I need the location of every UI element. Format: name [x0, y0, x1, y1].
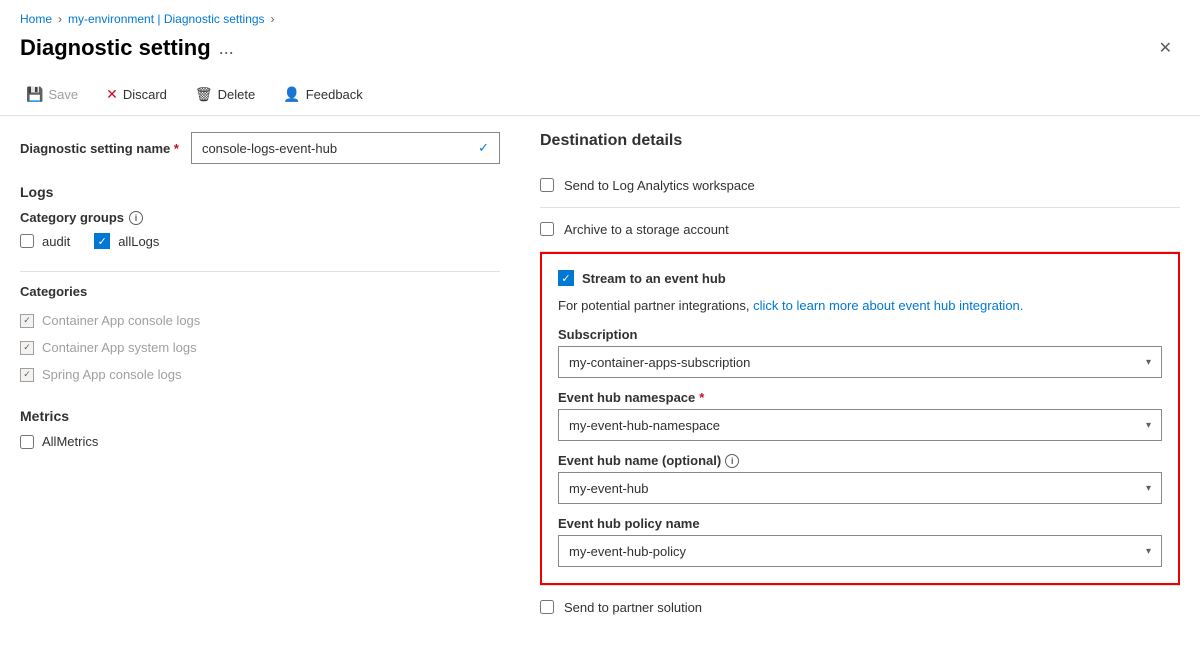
left-panel: Diagnostic setting name * console-logs-e…	[20, 132, 500, 629]
log-analytics-option: Send to Log Analytics workspace	[540, 164, 1180, 208]
category-console-checkbox[interactable]	[20, 314, 34, 328]
log-analytics-label[interactable]: Send to Log Analytics workspace	[564, 178, 755, 193]
category-item-system: Container App system logs	[20, 334, 500, 361]
discard-button[interactable]: ✕ Discard	[100, 82, 173, 107]
title-ellipsis[interactable]: ...	[219, 38, 234, 59]
policy-group: Event hub policy name my-event-hub-polic…	[558, 516, 1162, 567]
event-hub-checkbox[interactable]	[558, 270, 574, 286]
feedback-button[interactable]: 👤 Feedback	[277, 82, 369, 107]
breadcrumb-home[interactable]: Home	[20, 12, 52, 26]
toolbar: 💾 Save ✕ Discard 🗑 Delete 👤 Feedback	[0, 74, 1200, 116]
event-hub-label[interactable]: Stream to an event hub	[582, 271, 726, 286]
hub-name-label: Event hub name (optional) i	[558, 453, 1162, 468]
policy-dropdown[interactable]: my-event-hub-policy ▾	[558, 535, 1162, 567]
all-metrics-row: AllMetrics	[20, 434, 500, 449]
right-panel: Destination details Send to Log Analytic…	[540, 132, 1180, 629]
delete-icon: 🗑	[195, 86, 213, 103]
partner-link[interactable]: click to learn more about event hub inte…	[753, 298, 1023, 313]
category-spring-checkbox[interactable]	[20, 368, 34, 382]
log-analytics-checkbox[interactable]	[540, 178, 554, 192]
setting-name-label: Diagnostic setting name *	[20, 141, 179, 156]
event-hub-header: Stream to an event hub	[558, 270, 1162, 286]
hub-name-info-icon[interactable]: i	[725, 454, 739, 468]
hub-name-group: Event hub name (optional) i my-event-hub…	[558, 453, 1162, 504]
all-metrics-label[interactable]: AllMetrics	[42, 434, 98, 449]
setting-name-input[interactable]: console-logs-event-hub ✓	[191, 132, 500, 164]
partner-solution-option: Send to partner solution	[540, 585, 1180, 629]
audit-checkbox-row: audit	[20, 233, 70, 249]
storage-label[interactable]: Archive to a storage account	[564, 222, 729, 237]
audit-label[interactable]: audit	[42, 234, 70, 249]
namespace-group: Event hub namespace * my-event-hub-names…	[558, 390, 1162, 441]
feedback-icon: 👤	[283, 86, 300, 103]
categories-section: Categories Container App console logs Co…	[20, 284, 500, 388]
category-item-console: Container App console logs	[20, 307, 500, 334]
alllogs-checkbox[interactable]	[94, 233, 110, 249]
category-system-checkbox[interactable]	[20, 341, 34, 355]
close-button[interactable]: ✕	[1151, 34, 1180, 62]
hub-name-dropdown-arrow: ▾	[1146, 483, 1151, 494]
metrics-section: Metrics AllMetrics	[20, 408, 500, 449]
logs-section-title: Logs	[20, 184, 500, 200]
subscription-dropdown[interactable]: my-container-apps-subscription ▾	[558, 346, 1162, 378]
subscription-dropdown-arrow: ▾	[1146, 357, 1151, 368]
breadcrumb: Home › my-environment | Diagnostic setti…	[20, 12, 1180, 26]
event-hub-section: Stream to an event hub For potential par…	[540, 252, 1180, 585]
input-check-icon: ✓	[478, 140, 489, 156]
breadcrumb-environment[interactable]: my-environment | Diagnostic settings	[68, 12, 265, 26]
page-title: Diagnostic setting	[20, 35, 211, 61]
audit-checkbox[interactable]	[20, 234, 34, 248]
subscription-group: Subscription my-container-apps-subscript…	[558, 327, 1162, 378]
discard-icon: ✕	[106, 86, 118, 103]
namespace-dropdown[interactable]: my-event-hub-namespace ▾	[558, 409, 1162, 441]
partner-solution-checkbox[interactable]	[540, 600, 554, 614]
destination-title: Destination details	[540, 132, 1180, 150]
namespace-dropdown-arrow: ▾	[1146, 420, 1151, 431]
category-groups-info-icon[interactable]: i	[129, 211, 143, 225]
policy-dropdown-arrow: ▾	[1146, 546, 1151, 557]
storage-option: Archive to a storage account	[540, 208, 1180, 252]
alllogs-checkbox-row: allLogs	[94, 233, 159, 249]
namespace-label: Event hub namespace *	[558, 390, 1162, 405]
subscription-label: Subscription	[558, 327, 1162, 342]
delete-button[interactable]: 🗑 Delete	[189, 82, 261, 107]
save-icon: 💾	[26, 86, 43, 103]
hub-name-dropdown[interactable]: my-event-hub ▾	[558, 472, 1162, 504]
all-metrics-checkbox[interactable]	[20, 435, 34, 449]
policy-label: Event hub policy name	[558, 516, 1162, 531]
category-groups-title: Category groups i	[20, 210, 500, 225]
partner-solution-label[interactable]: Send to partner solution	[564, 600, 702, 615]
save-button[interactable]: 💾 Save	[20, 82, 84, 107]
alllogs-label[interactable]: allLogs	[118, 234, 159, 249]
metrics-title: Metrics	[20, 408, 500, 424]
storage-checkbox[interactable]	[540, 222, 554, 236]
category-item-spring: Spring App console logs	[20, 361, 500, 388]
partner-info: For potential partner integrations, clic…	[558, 298, 1162, 313]
